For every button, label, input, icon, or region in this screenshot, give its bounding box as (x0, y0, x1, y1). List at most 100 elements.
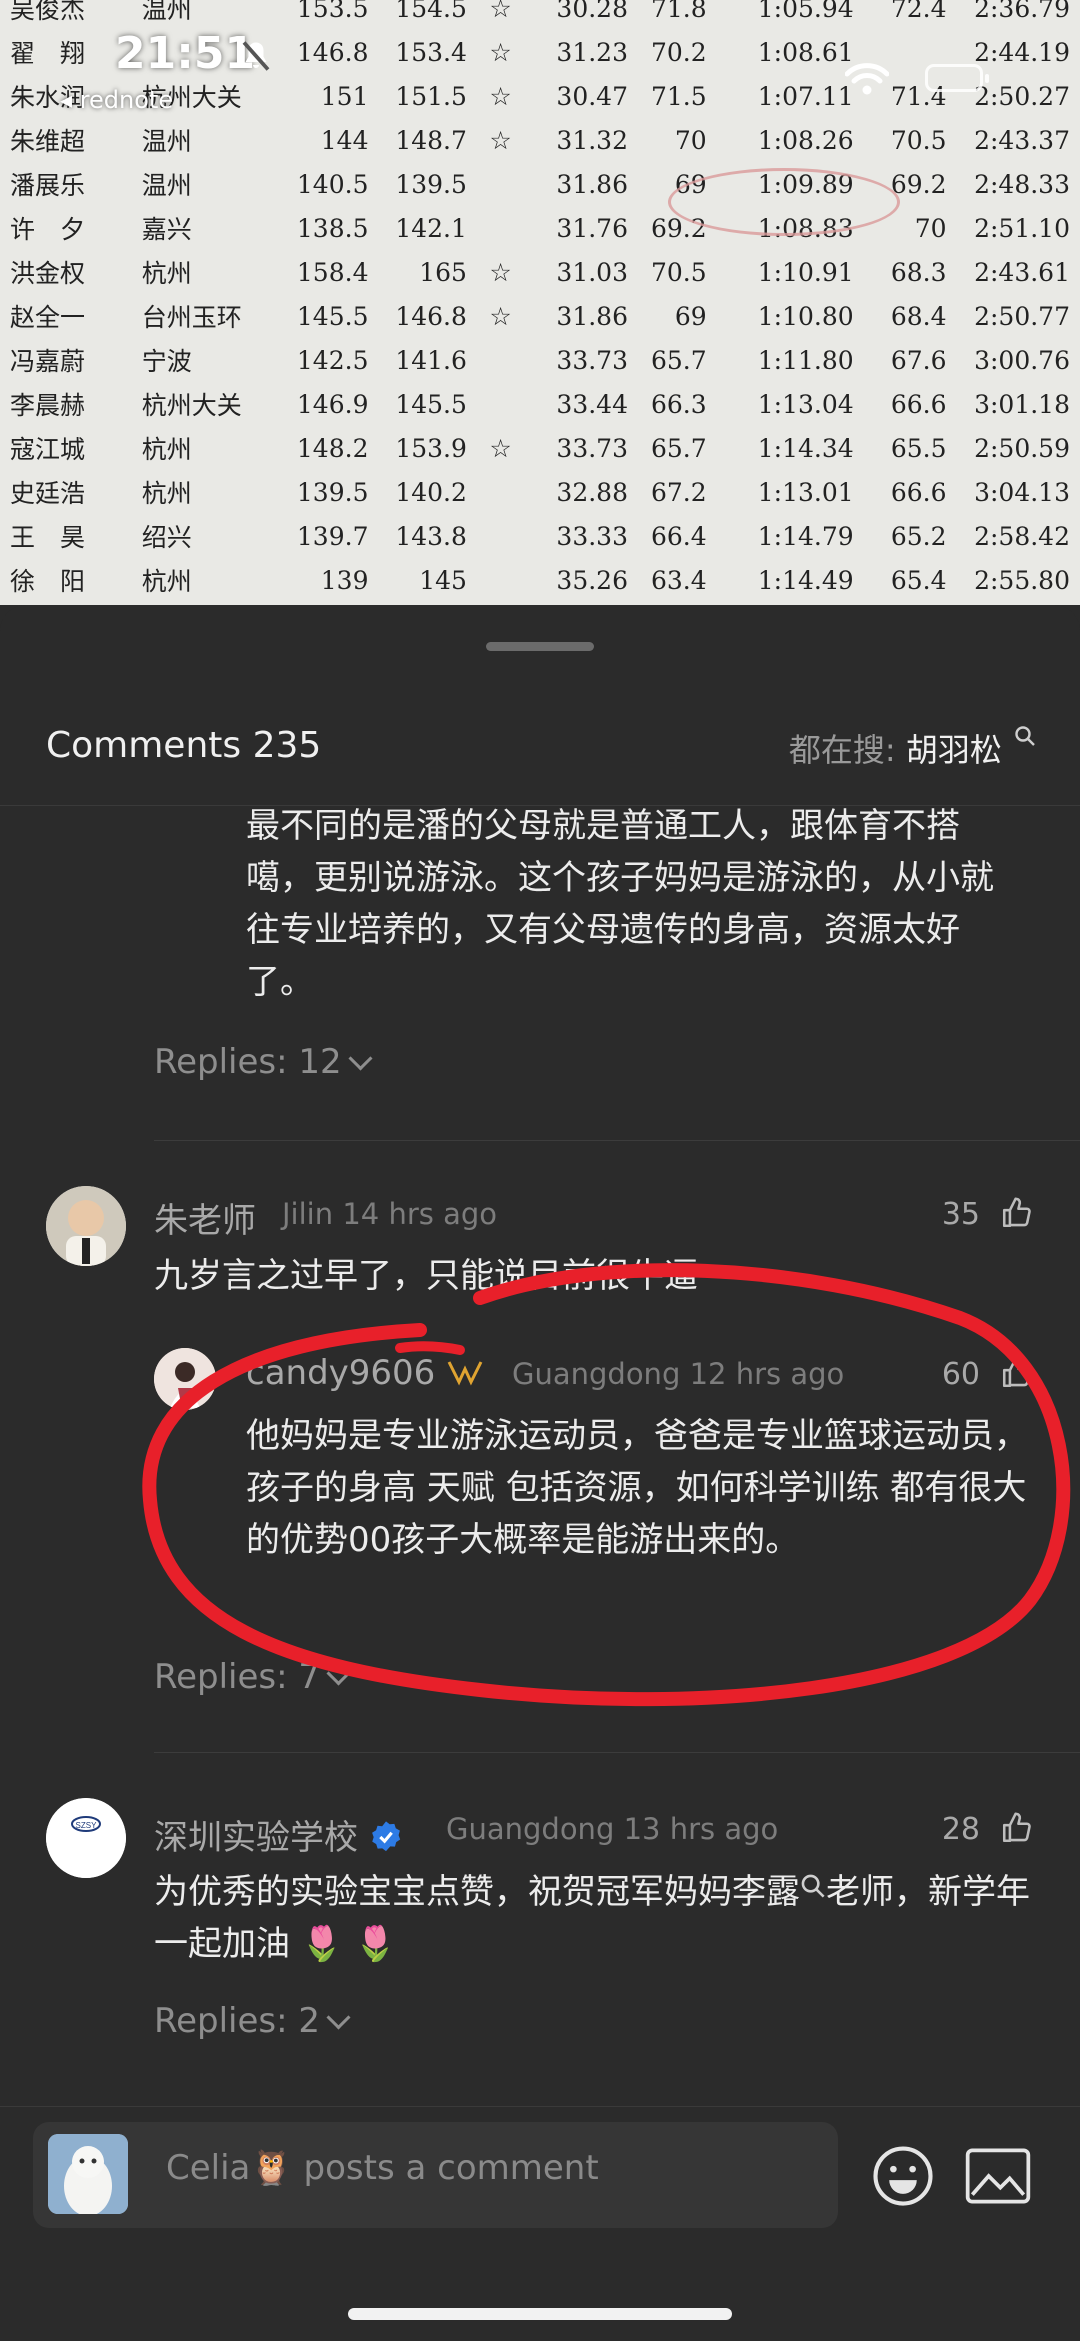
table-cell: 153.9 (395, 433, 467, 463)
comment-divider (154, 1752, 1080, 1753)
avatar[interactable] (154, 1348, 216, 1410)
table-cell: 2:55.80 (974, 565, 1070, 595)
table-cell: 1:10.80 (757, 301, 854, 331)
like-count: 28 (941, 1812, 980, 1847)
table-cell: 寇江城 (10, 435, 86, 464)
table-cell: 65.7 (650, 433, 707, 463)
comment-divider (154, 1140, 1080, 1141)
chevron-down-icon (348, 1046, 373, 1071)
avatar[interactable] (46, 1186, 126, 1266)
table-cell: 朱维超 (10, 127, 86, 156)
like-icon[interactable] (1000, 1811, 1034, 1845)
table-row: 李晨赫 杭州大关 146.9 145.5 33.44 66.3 1:13.04 66.6 3:0… (0, 382, 1080, 426)
table-cell: 嘉兴 (141, 215, 192, 244)
reply-username[interactable]: candy9606 (246, 1353, 484, 1393)
image-icon[interactable] (965, 2148, 1031, 2204)
table-cell: 165 (419, 257, 467, 287)
table-cell: ☆ (489, 0, 512, 23)
table-cell: 2:43.61 (974, 257, 1070, 287)
view-replies-button[interactable]: Replies: 7 (154, 1657, 351, 1697)
comment-text: 九岁言之过早了，只能说目前很牛逼 (154, 1256, 698, 1296)
like-icon[interactable] (1000, 1196, 1034, 1230)
table-cell: 65.7 (650, 345, 707, 375)
back-to-app-link[interactable]: ◂ rednote (60, 86, 173, 114)
table-cell: 140.2 (395, 477, 467, 507)
my-avatar (48, 2134, 128, 2214)
view-replies-button[interactable]: Replies: 12 (154, 1042, 373, 1082)
home-indicator (348, 2308, 732, 2320)
table-cell: 142.5 (296, 345, 369, 375)
table-cell: 温州 (141, 171, 192, 200)
table-cell: 65.5 (890, 433, 947, 463)
trending-search-term[interactable]: 胡羽松 (906, 731, 1002, 769)
table-cell: 2:58.42 (974, 521, 1070, 551)
table-cell: 145 (419, 565, 467, 595)
table-cell: 1:11.80 (757, 345, 854, 375)
table-cell (467, 382, 534, 426)
like-icon[interactable] (1000, 1356, 1034, 1390)
view-replies-button[interactable]: Replies: 2 (154, 2001, 351, 2041)
table-cell: 63.4 (650, 565, 707, 595)
table-cell: 66.6 (890, 389, 947, 419)
emoji-icon[interactable] (870, 2143, 936, 2209)
table-cell: 3:00.76 (974, 345, 1070, 375)
table-cell: 31.86 (556, 301, 628, 331)
avatar[interactable]: SZSY (46, 1798, 126, 1878)
table-cell: 1:08.61 (757, 37, 854, 67)
comment-username[interactable]: 深圳实验学校 (154, 1810, 403, 1859)
table-cell (467, 338, 534, 382)
table-cell: 洪金权 (10, 259, 86, 288)
table-cell: 139 (320, 565, 369, 595)
table-cell: 138.5 (296, 213, 369, 243)
table-cell: ☆ (489, 125, 512, 155)
table-cell: 杭州大关 (141, 391, 242, 420)
table-cell: 徐 阳 (10, 567, 86, 596)
table-cell: 31.76 (556, 213, 628, 243)
table-cell: ☆ (489, 81, 512, 111)
table-cell: 145.5 (395, 389, 467, 419)
table-row: 许 夕嘉兴 138.5 142.1 31.76 69.2 1:08.83 70 2:51.10 (0, 206, 1080, 250)
table-cell: 72.4 (890, 0, 947, 23)
table-row: 吴俊杰 温州 153.5 154.5 ☆ 30.28 71.8 1:05.94 72.4 2:36… (0, 0, 1080, 30)
table-cell: ☆ (489, 301, 512, 331)
table-cell: 1:14.34 (757, 433, 854, 463)
table-cell: 史廷浩 (10, 479, 86, 508)
table-cell (467, 558, 534, 602)
table-cell: 158.4 (296, 257, 369, 287)
table-cell: 33.73 (556, 345, 628, 375)
table-cell: 2:43.37 (974, 125, 1070, 155)
table-cell: 145.5 (296, 301, 369, 331)
table-cell: 154.5 (395, 0, 467, 23)
comment-text: 最不同的是潘的父母就是普通工人，跟体育不搭噶，更别说游泳。这个孩子妈妈是游泳的，… (246, 806, 994, 1002)
table-cell: 王 昊 (10, 523, 86, 552)
svg-text:SZSY: SZSY (76, 1821, 98, 1830)
replies-label: Replies: 12 (154, 1042, 342, 1082)
table-cell: 140.5 (296, 169, 369, 199)
table-cell: 2:51.10 (974, 213, 1070, 243)
comment-username[interactable]: 朱老师 (154, 1193, 256, 1242)
drag-handle[interactable] (486, 642, 594, 651)
table-cell: 146.8 (296, 37, 369, 67)
table-cell: 141.6 (395, 345, 467, 375)
search-icon (1015, 726, 1035, 746)
replies-label: Replies: 2 (154, 2001, 321, 2041)
trending-search[interactable]: 都在搜: 胡羽松 (789, 725, 1036, 771)
table-cell: 1:05.94 (757, 0, 854, 23)
table-cell: 1:07.11 (757, 81, 854, 111)
table-cell: 杭州 (141, 259, 192, 288)
school-logo-icon: SZSY (46, 1798, 126, 1878)
table-cell: ☆ (489, 257, 512, 287)
owl-avatar-image (48, 2134, 128, 2214)
table-cell: 67.6 (890, 345, 947, 375)
table-cell: 许 夕 (10, 215, 86, 244)
table-cell (467, 162, 534, 206)
comments-count-title: Comments 235 (46, 725, 322, 766)
table-cell: 139.5 (296, 477, 369, 507)
table-cell: 33.44 (556, 389, 628, 419)
table-cell: ☆ (489, 433, 512, 463)
table-cell: 153.5 (296, 0, 369, 23)
table-cell: 69 (674, 301, 707, 331)
search-icon[interactable] (800, 1873, 826, 1899)
table-cell: 2:50.77 (974, 301, 1070, 331)
table-cell: 2:48.33 (974, 169, 1070, 199)
